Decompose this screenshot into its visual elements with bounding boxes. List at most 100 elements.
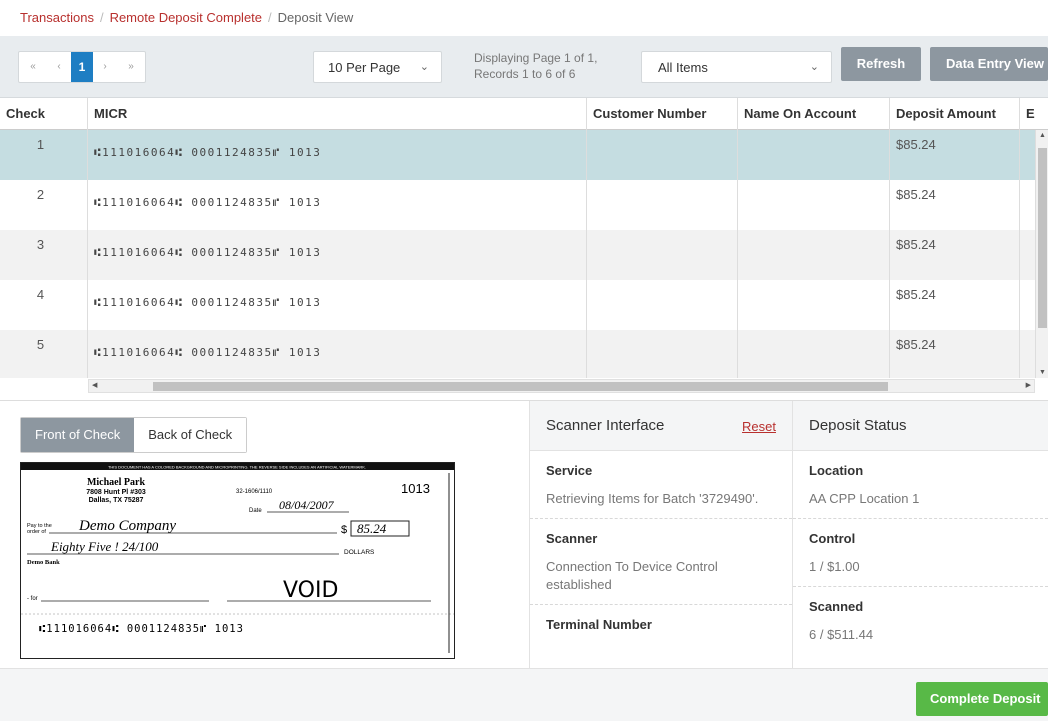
check-side-tabs: Front of Check Back of Check [20,417,248,453]
check-amount: 85.24 [357,521,387,536]
field-label: Service [546,463,593,478]
vertical-scroll-thumb[interactable] [1038,148,1047,328]
check-address-line1: 7808 Hunt Pl #303 [86,489,146,496]
scroll-up-icon[interactable]: ▲ [1036,132,1048,139]
customer-number-cell[interactable] [587,330,738,378]
check-image: THIS DOCUMENT HAS A COLORED BACKGROUND A… [20,462,455,659]
breadcrumb-remote-deposit-complete[interactable]: Remote Deposit Complete [110,10,262,25]
column-header-truncated[interactable]: E [1020,98,1048,130]
check-banner-text: THIS DOCUMENT HAS A COLORED BACKGROUND A… [108,465,366,470]
next-page-button[interactable]: › [93,52,117,82]
check-date-value: 08/04/2007 [279,498,335,512]
data-entry-view-label: Data Entry View [945,56,1045,71]
scroll-right-icon[interactable]: ▶ [1026,380,1031,392]
breadcrumb-transactions[interactable]: Transactions [20,10,94,25]
deposit-view-page: Transactions / Remote Deposit Complete / Dep… [0,0,1048,721]
micr-cell: ⑆111016064⑆ 0001124835⑈ 1013 [88,280,587,330]
check-payee: Demo Company [78,518,176,534]
check-number: 1013 [401,481,430,496]
scroll-down-icon[interactable]: ▼ [1036,369,1048,376]
table-row[interactable]: 1 ⑆111016064⑆ 0001124835⑈ 1013 $85.24 [0,130,1035,180]
breadcrumb-separator: / [99,10,104,25]
table-row[interactable]: 4 ⑆111016064⑆ 0001124835⑈ 1013 $85.24 [0,280,1035,330]
name-on-account-cell[interactable] [738,130,890,180]
name-on-account-cell[interactable] [738,230,890,280]
first-page-button[interactable]: « [19,52,47,82]
check-dollars-label: DOLLARS [344,549,375,556]
deposit-amount-cell: $85.24 [890,330,1020,378]
tab-back-of-check[interactable]: Back of Check [134,418,247,452]
horizontal-scrollbar[interactable]: ◀ ▶ [88,379,1035,393]
column-header-check[interactable]: Check [0,98,88,130]
detail-area: Front of Check Back of Check THIS DOCUME… [0,400,1048,669]
customer-number-cell[interactable] [587,230,738,280]
status-location-field: Location AA CPP Location 1 [793,451,1048,519]
breadcrumb: Transactions / Remote Deposit Complete / Dep… [0,0,1048,36]
table-header: Check MICR Customer Number Name On Accou… [0,98,1048,130]
pagination: « ‹ 1 › » [18,51,146,83]
field-value: AA CPP Location 1 [809,491,920,506]
field-value: Retrieving Items for Batch '3729490'. [546,491,759,506]
status-control-field: Control 1 / $1.00 [793,519,1048,587]
name-on-account-cell[interactable] [738,180,890,230]
chevron-down-icon: ⌄ [809,61,819,73]
table-row[interactable]: 5 ⑆111016064⑆ 0001124835⑈ 1013 $85.24 [0,330,1035,378]
page-info: Displaying Page 1 of 1, Records 1 to 6 o… [474,50,634,82]
data-entry-view-button[interactable]: Data Entry View [930,47,1048,81]
check-bank-name: Demo Bank [27,559,60,566]
micr-cell: ⑆111016064⑆ 0001124835⑈ 1013 [88,180,587,230]
check-micr-line: ⑆111016064⑆ 0001124835⑈ 1013 [39,623,244,635]
scanner-interface-panel: Scanner Interface Reset Service Retrievi… [529,401,792,669]
horizontal-scroll-thumb[interactable] [153,382,888,391]
breadcrumb-separator: / [268,10,272,25]
micr-cell: ⑆111016064⑆ 0001124835⑈ 1013 [88,330,587,378]
last-page-button[interactable]: » [117,52,145,82]
field-label: Control [809,531,856,546]
per-page-value: 10 Per Page [328,60,401,75]
column-header-customer-number[interactable]: Customer Number [587,98,738,130]
prev-page-button[interactable]: ‹ [47,52,71,82]
column-header-deposit-amount[interactable]: Deposit Amount [890,98,1020,130]
scanner-reset-link[interactable]: Reset [742,419,776,434]
scanner-device-field: Scanner Connection To Device Control est… [530,519,792,605]
customer-number-cell[interactable] [587,130,738,180]
tab-front-of-check[interactable]: Front of Check [21,418,135,452]
column-header-name-on-account[interactable]: Name On Account [738,98,890,130]
field-label: Location [809,463,864,478]
check-account-holder: Michael Park [87,477,145,488]
check-number-cell: 2 [0,180,88,230]
per-page-select[interactable]: 10 Per Page ⌄ [313,51,442,83]
field-label: Scanned [809,599,864,614]
field-value: Connection To Device Control established [546,559,718,592]
scanner-panel-header: Scanner Interface Reset [530,401,792,451]
name-on-account-cell[interactable] [738,330,890,378]
chevron-down-icon: ⌄ [419,61,429,73]
table-row[interactable]: 3 ⑆111016064⑆ 0001124835⑈ 1013 $85.24 [0,230,1035,280]
scanner-panel-title: Scanner Interface [546,417,665,434]
table-body: 1 ⑆111016064⑆ 0001124835⑈ 1013 $85.24 2 … [0,130,1035,378]
check-dollar-sign: $ [341,524,347,536]
refresh-button[interactable]: Refresh [841,47,921,81]
field-label: Terminal Number [546,617,652,632]
page-1-button[interactable]: 1 [71,52,93,82]
micr-cell: ⑆111016064⑆ 0001124835⑈ 1013 [88,230,587,280]
micr-cell: ⑆111016064⑆ 0001124835⑈ 1013 [88,130,587,180]
vertical-scrollbar[interactable]: ▲ ▼ [1035,130,1048,378]
footer-bar: Complete Deposit [0,668,1048,721]
check-signature-void: VOID [283,578,338,603]
field-value: 1 / $1.00 [809,559,860,574]
scroll-left-icon[interactable]: ◀ [92,380,97,392]
item-filter-select[interactable]: All Items ⌄ [641,51,832,83]
customer-number-cell[interactable] [587,180,738,230]
check-number-cell: 5 [0,330,88,378]
customer-number-cell[interactable] [587,280,738,330]
deposit-amount-cell: $85.24 [890,180,1020,230]
complete-deposit-button[interactable]: Complete Deposit [916,682,1048,716]
check-order-of-label: order of [27,529,46,535]
deposit-status-panel: Deposit Status Location AA CPP Location … [792,401,1048,669]
status-panel-title: Deposit Status [809,417,907,434]
column-header-micr[interactable]: MICR [88,98,587,130]
name-on-account-cell[interactable] [738,280,890,330]
table-row[interactable]: 2 ⑆111016064⑆ 0001124835⑈ 1013 $85.24 [0,180,1035,230]
scanner-terminal-field: Terminal Number [530,605,792,654]
